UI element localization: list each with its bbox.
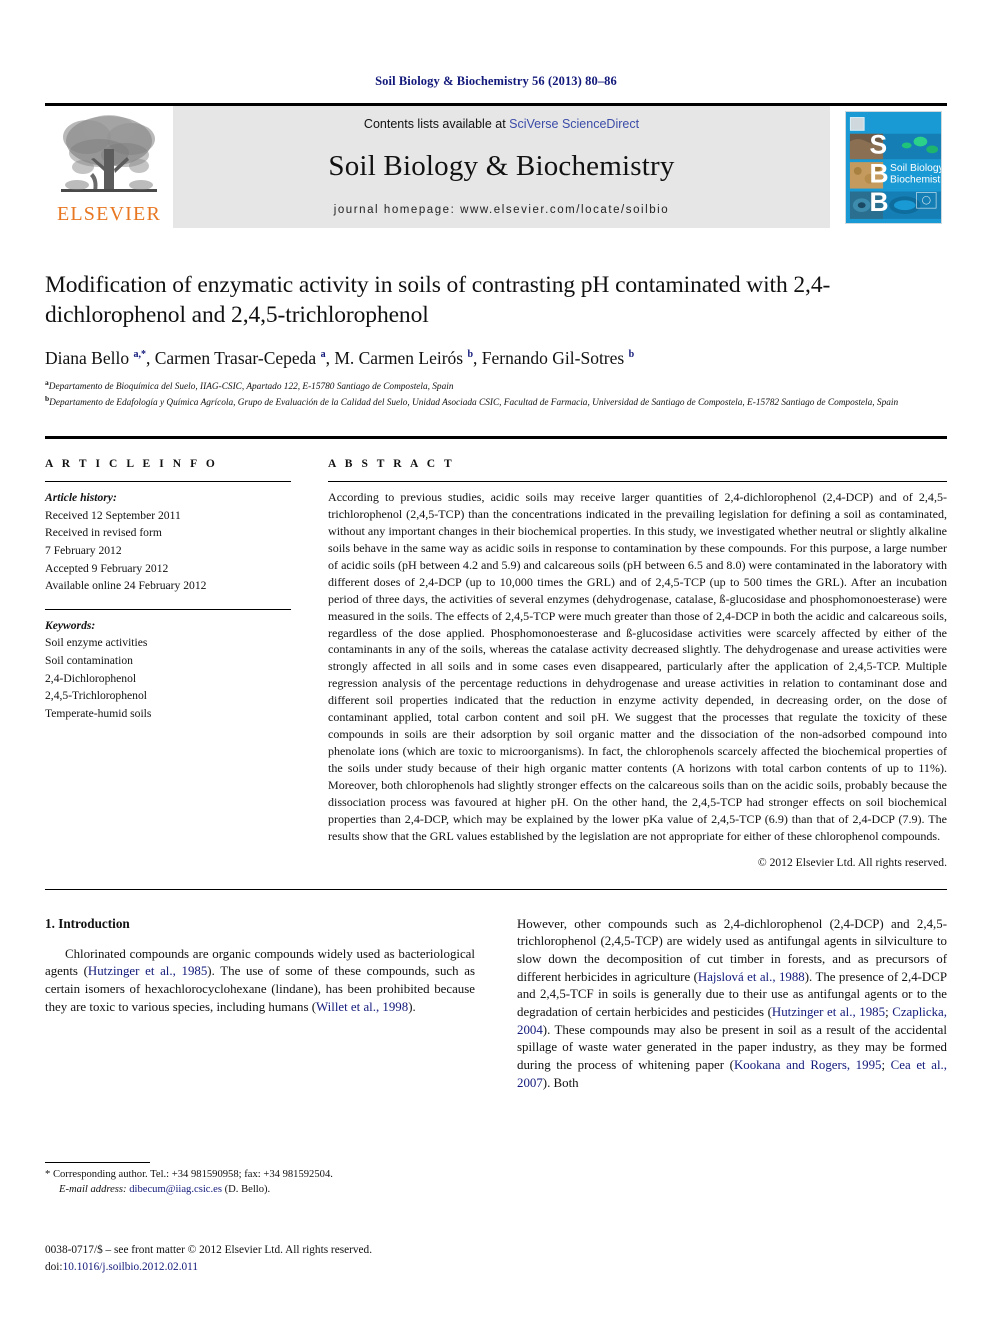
doi-line: doi:10.1016/j.soilbio.2012.02.011 <box>45 1259 475 1276</box>
keyword-item: Soil enzyme activities <box>45 636 148 650</box>
keywords-rule <box>45 608 291 610</box>
keyword-item: 2,4-Dichlorophenol <box>45 671 137 685</box>
contents-available-line: Contents lists available at SciVerse Sci… <box>364 117 639 131</box>
issn-frontmatter-line: 0038-0717/$ – see front matter © 2012 El… <box>45 1244 373 1256</box>
history-item: 7 February 2012 <box>45 544 122 558</box>
abstract-copyright: © 2012 Elsevier Ltd. All rights reserved… <box>757 855 947 869</box>
author-list: Diana Bello a,*, Carmen Trasar-Cepeda a,… <box>45 347 635 368</box>
sciencedirect-link[interactable]: SciVerse ScienceDirect <box>509 117 639 131</box>
affiliation-b: bDepartamento de Edafología y Química Ag… <box>45 393 899 408</box>
title-block: Modification of enzymatic activity in so… <box>45 270 947 410</box>
history-item: Available online 24 February 2012 <box>45 579 207 593</box>
footnote-rule <box>45 1162 150 1163</box>
article-history-label: Article history: <box>45 491 117 505</box>
introduction-paragraph-left: Chlorinated compounds are organic compou… <box>45 946 476 1014</box>
affiliation-a: aDepartamento de Bioquímica del Suelo, I… <box>45 377 454 392</box>
article-info-heading: A R T I C L E I N F O <box>45 458 218 471</box>
abstract-heading: A B S T R A C T <box>328 458 455 471</box>
article-info-rule <box>45 481 291 483</box>
svg-text:B: B <box>869 187 888 217</box>
footnote-area: * Corresponding author. Tel.: +34 981590… <box>45 1162 475 1198</box>
journal-title: Soil Biology & Biochemistry <box>328 150 675 182</box>
body-column-right: However, other compounds such as 2,4-dic… <box>517 916 947 1093</box>
keywords-label: Keywords: <box>45 618 96 632</box>
body-divider <box>45 888 947 890</box>
keywords-block: Keywords: Soil enzyme activities Soil co… <box>45 617 291 723</box>
journal-article-page: Soil Biology & Biochemistry 56 (2013) 80… <box>0 0 992 1323</box>
svg-text:Biochemistry: Biochemistry <box>890 174 941 185</box>
page-title: Modification of enzymatic activity in so… <box>45 272 831 329</box>
keyword-item: 2,4,5-Trichlorophenol <box>45 689 147 703</box>
article-info-column: A R T I C L E I N F O Article history: R… <box>45 458 291 868</box>
cover-image: S B B Soil Biology & Biochemistry <box>844 110 942 224</box>
imprint-block: 0038-0717/$ – see front matter © 2012 El… <box>45 1242 475 1275</box>
running-head: Soil Biology & Biochemistry 56 (2013) 80… <box>375 74 617 88</box>
keyword-item: Soil contamination <box>45 654 133 668</box>
journal-masthead: ELSEVIER Contents lists available at Sci… <box>45 103 947 228</box>
introduction-paragraph-right: However, other compounds such as 2,4-dic… <box>517 916 948 1090</box>
keyword-item: Temperate-humid soils <box>45 706 152 720</box>
history-item: Received in revised form <box>45 526 162 540</box>
doi-value[interactable]: 10.1016/j.soilbio.2012.02.011 <box>63 1261 198 1273</box>
abstract-rule <box>328 481 947 483</box>
svg-text:S: S <box>869 129 887 159</box>
affiliations: aDepartamento de Bioquímica del Suelo, I… <box>45 378 947 411</box>
elsevier-logo: ELSEVIER <box>45 106 173 228</box>
elsevier-wordmark: ELSEVIER <box>56 203 162 225</box>
elsevier-tree-icon <box>53 111 165 203</box>
contents-prefix: Contents lists available at <box>363 117 510 131</box>
corresponding-author-note: * Corresponding author. Tel.: +34 981590… <box>45 1169 333 1180</box>
svg-text:Soil Biology &: Soil Biology & <box>890 162 941 173</box>
body-column-left: 1. Introduction Chlorinated compounds ar… <box>45 916 475 1093</box>
article-history: Article history: Received 12 September 2… <box>45 489 291 595</box>
history-item: Received 12 September 2011 <box>45 508 181 522</box>
body-columns: 1. Introduction Chlorinated compounds ar… <box>45 916 947 1093</box>
doi-label: doi: <box>45 1260 63 1273</box>
corresponding-email-note: E-mail address: dibecum@iiag.csic.es (D.… <box>59 1184 271 1196</box>
history-item: Accepted 9 February 2012 <box>45 561 169 575</box>
abstract-text: According to previous studies, acidic so… <box>328 490 947 843</box>
journal-cover-thumbnail: S B B Soil Biology & Biochemistry <box>839 106 947 228</box>
svg-text:B: B <box>869 158 888 188</box>
abstract-column: A B S T R A C T According to previous st… <box>328 458 947 869</box>
introduction-heading: 1. Introduction <box>45 915 130 931</box>
journal-homepage-link[interactable]: journal homepage: www.elsevier.com/locat… <box>334 204 669 216</box>
journal-band: Contents lists available at SciVerse Sci… <box>173 106 830 228</box>
info-divider <box>45 436 947 440</box>
info-abstract-section: A R T I C L E I N F O Article history: R… <box>45 458 947 869</box>
